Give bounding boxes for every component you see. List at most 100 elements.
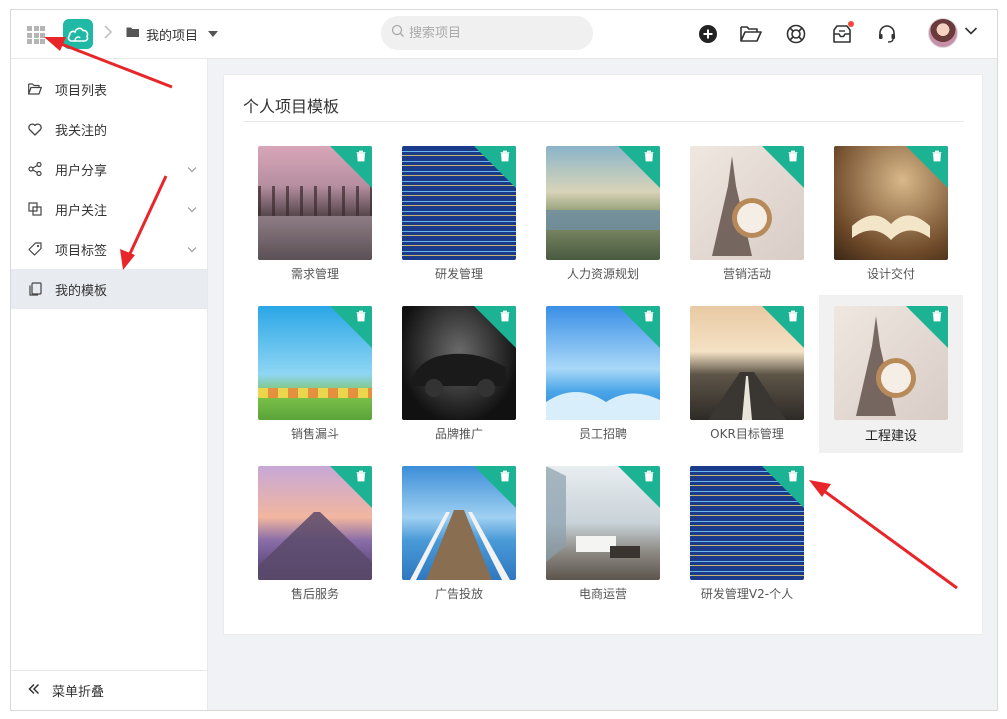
- template-label: 研发管理V2-个人: [700, 587, 794, 601]
- trash-icon[interactable]: [355, 150, 367, 162]
- template-label: 品牌推广: [434, 427, 483, 441]
- sidebar-item-user-shared[interactable]: 用户分享: [11, 149, 207, 189]
- sidebar-item-project-list[interactable]: 项目列表: [11, 69, 207, 109]
- heart-icon: [28, 122, 42, 136]
- template-thumbnail: [690, 306, 804, 420]
- template-label: 售后服务: [290, 587, 339, 601]
- my-projects-dropdown[interactable]: 我的项目: [126, 23, 219, 45]
- template-thumbnail: [258, 146, 372, 260]
- template-card[interactable]: 营销活动: [675, 135, 819, 293]
- messages-button[interactable]: [830, 21, 854, 46]
- sidebar-item-user-follow[interactable]: 用户关注: [11, 189, 207, 229]
- trash-icon[interactable]: [643, 470, 655, 482]
- template-thumbnail: [546, 146, 660, 260]
- add-circle-icon: [699, 25, 717, 43]
- template-label: 工程建设: [864, 429, 917, 444]
- notification-dot: [848, 21, 854, 27]
- trash-icon[interactable]: [355, 310, 367, 322]
- template-thumbnail: [546, 306, 660, 420]
- template-thumbnail: [402, 146, 516, 260]
- trash-icon[interactable]: [499, 310, 511, 322]
- caret-down-icon: [208, 31, 219, 37]
- template-label: 电商运营: [578, 587, 627, 601]
- sidebar-item-my-templates[interactable]: 我的模板: [11, 269, 207, 309]
- template-card[interactable]: 销售漏斗: [243, 295, 387, 453]
- search-input[interactable]: [409, 25, 579, 41]
- template-card[interactable]: 电商运营: [531, 455, 675, 613]
- app-window: 我的项目 搜索项目 项目列表 我关注的 用户分享 用户关注 项目标签 我的模板 …: [10, 9, 998, 711]
- collapse-menu-label: 菜单折叠: [52, 685, 105, 700]
- template-card[interactable]: OKR目标管理: [675, 295, 819, 453]
- template-card[interactable]: 研发管理: [387, 135, 531, 293]
- folder-open-icon: [740, 26, 762, 42]
- template-thumbnail: [258, 306, 372, 420]
- search-icon: [391, 24, 405, 42]
- template-card[interactable]: 员工招聘: [531, 295, 675, 453]
- avatar[interactable]: [928, 18, 958, 48]
- support-button[interactable]: [875, 22, 899, 46]
- template-thumbnail: [690, 146, 804, 260]
- trash-icon[interactable]: [931, 150, 943, 162]
- trash-icon[interactable]: [355, 470, 367, 482]
- trash-icon[interactable]: [787, 150, 799, 162]
- template-card[interactable]: 需求管理: [243, 135, 387, 293]
- top-header: 我的项目: [11, 10, 997, 59]
- template-card[interactable]: 品牌推广: [387, 295, 531, 453]
- template-label: 设计交付: [866, 267, 915, 281]
- template-thumbnail: [402, 306, 516, 420]
- sidebar-item-label: 用户关注: [55, 203, 108, 219]
- title-divider: [243, 121, 964, 122]
- template-card[interactable]: 研发管理V2-个人: [675, 455, 819, 613]
- template-thumbnail: [690, 466, 804, 580]
- trash-icon[interactable]: [787, 470, 799, 482]
- sidebar-item-label: 我关注的: [55, 123, 108, 139]
- template-thumbnail: [546, 466, 660, 580]
- trash-icon[interactable]: [643, 150, 655, 162]
- breadcrumb-project-label: 我的项目: [146, 28, 199, 44]
- template-icon: [28, 282, 42, 296]
- template-label: 营销活动: [722, 267, 771, 281]
- template-thumbnail: [834, 146, 948, 260]
- template-label: 研发管理: [434, 267, 483, 281]
- trash-icon[interactable]: [931, 310, 943, 322]
- trash-icon[interactable]: [499, 150, 511, 162]
- template-card[interactable]: 工程建设: [819, 295, 963, 453]
- headset-icon: [879, 25, 895, 43]
- sidebar: 项目列表 我关注的 用户分享 用户关注 项目标签 我的模板 菜单折叠: [11, 59, 208, 710]
- help-circle-icon: [786, 24, 806, 44]
- sidebar-item-following[interactable]: 我关注的: [11, 109, 207, 149]
- sidebar-item-label: 我的模板: [55, 283, 108, 299]
- template-label: OKR目标管理: [710, 427, 784, 441]
- template-thumbnail: [834, 306, 948, 420]
- template-label: 销售漏斗: [290, 427, 339, 441]
- apps-grid-icon[interactable]: [27, 26, 45, 44]
- chevron-down-icon: [187, 242, 197, 257]
- trash-icon[interactable]: [643, 310, 655, 322]
- project-search-box[interactable]: [381, 16, 593, 50]
- cloud-logo-icon[interactable]: [63, 19, 93, 49]
- trash-icon[interactable]: [499, 470, 511, 482]
- template-label: 需求管理: [290, 267, 339, 281]
- help-button[interactable]: [784, 22, 808, 46]
- template-card[interactable]: 设计交付: [819, 135, 963, 293]
- trash-icon[interactable]: [787, 310, 799, 322]
- chevron-down-icon: [187, 162, 197, 177]
- folder-open-icon: [28, 82, 42, 96]
- page-title: 个人项目模板: [243, 97, 340, 116]
- folder-icon: [126, 26, 140, 42]
- collapse-menu-button[interactable]: 菜单折叠: [11, 670, 207, 710]
- sidebar-item-label: 项目标签: [55, 243, 108, 259]
- template-panel: 个人项目模板 需求管理 研发管理 人力资源规划 营销活动 设计交付 销售漏斗 品…: [223, 74, 983, 635]
- template-card[interactable]: 人力资源规划: [531, 135, 675, 293]
- template-label: 人力资源规划: [566, 267, 639, 281]
- chevron-down-icon[interactable]: [964, 25, 978, 40]
- sidebar-item-project-tags[interactable]: 项目标签: [11, 229, 207, 269]
- tag-icon: [28, 242, 42, 256]
- add-project-button[interactable]: [696, 22, 720, 46]
- double-chevron-left-icon: [28, 683, 40, 699]
- copy-icon: [28, 202, 42, 216]
- template-card[interactable]: 广告投放: [387, 455, 531, 613]
- template-card[interactable]: 售后服务: [243, 455, 387, 613]
- open-folder-button[interactable]: [739, 22, 763, 46]
- template-thumbnail: [402, 466, 516, 580]
